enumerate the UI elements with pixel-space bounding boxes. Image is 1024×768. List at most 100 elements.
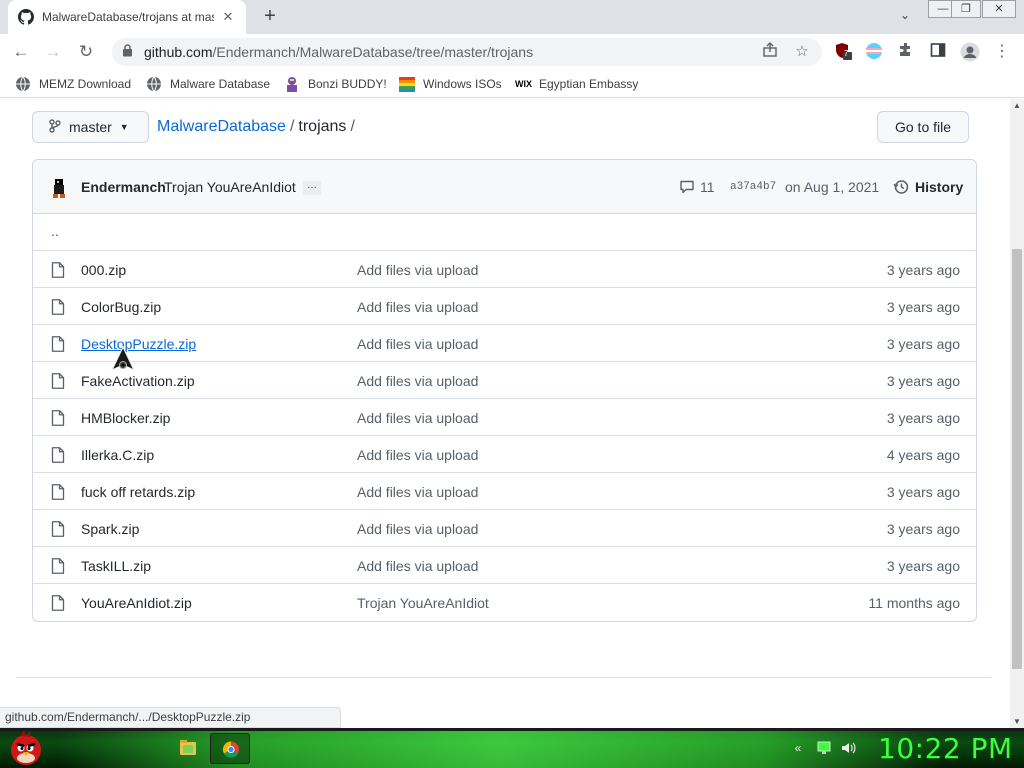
file-name-link[interactable]: Illerka.C.zip bbox=[81, 447, 154, 463]
lock-icon[interactable] bbox=[122, 44, 136, 60]
reload-button[interactable]: ↻ bbox=[74, 40, 98, 64]
file-age: 4 years ago bbox=[886, 447, 960, 463]
close-window-button[interactable]: ✕ bbox=[982, 0, 1016, 18]
table-row[interactable]: 000.zip Add files via upload 3 years ago bbox=[33, 251, 976, 288]
file-name-link[interactable]: TaskILL.zip bbox=[81, 558, 151, 574]
share-icon[interactable] bbox=[760, 42, 780, 62]
taskbar-file-explorer-button[interactable] bbox=[168, 733, 208, 764]
commit-sha-link[interactable]: a37a4b7 bbox=[730, 181, 776, 193]
table-row[interactable]: TaskILL.zip Add files via upload 3 years… bbox=[33, 547, 976, 584]
bookmark-star-icon[interactable]: ☆ bbox=[792, 42, 812, 62]
start-button-angry-bird-icon[interactable] bbox=[6, 730, 46, 766]
bookmark-windows-isos[interactable]: Windows ISOs bbox=[399, 76, 502, 92]
commit-date: on Aug 1, 2021 bbox=[785, 179, 880, 195]
history-icon bbox=[893, 180, 909, 194]
history-link[interactable]: History bbox=[893, 179, 963, 195]
ublock-extension-icon[interactable]: 7 bbox=[833, 42, 853, 62]
breadcrumb-repo-link[interactable]: MalwareDatabase bbox=[157, 118, 286, 135]
branch-name: master bbox=[69, 119, 112, 135]
file-name-link[interactable]: Spark.zip bbox=[81, 521, 139, 537]
file-name-link[interactable]: 000.zip bbox=[81, 262, 126, 278]
file-commit-message[interactable]: Add files via upload bbox=[357, 447, 478, 463]
file-name-link[interactable]: YouAreAnIdiot.zip bbox=[81, 595, 192, 611]
table-row[interactable]: DesktopPuzzle.zip Add files via upload 3… bbox=[33, 325, 976, 362]
file-commit-message[interactable]: Add files via upload bbox=[357, 373, 478, 389]
bookmark-bonzi-buddy[interactable]: Bonzi BUDDY! bbox=[284, 76, 387, 92]
extensions-puzzle-icon[interactable] bbox=[896, 42, 916, 62]
git-branch-icon bbox=[49, 118, 61, 136]
table-row[interactable]: YouAreAnIdiot.zip Trojan YouAreAnIdiot 1… bbox=[33, 584, 976, 621]
windows-icon bbox=[399, 76, 415, 92]
bookmark-label: Malware Database bbox=[170, 77, 271, 91]
branch-selector-button[interactable]: master ▼ bbox=[32, 111, 149, 143]
file-age: 3 years ago bbox=[886, 262, 960, 278]
tab-search-icon[interactable]: ⌄ bbox=[895, 8, 915, 26]
link-status-bubble: github.com/Endermanch/.../DesktopPuzzle.… bbox=[0, 707, 341, 728]
tray-overflow-icon[interactable]: « bbox=[790, 740, 806, 756]
volume-icon[interactable] bbox=[840, 740, 856, 756]
scroll-down-arrow-icon[interactable]: ▼ bbox=[1013, 717, 1021, 726]
address-bar[interactable]: github.com/Endermanch/MalwareDatabase/tr… bbox=[112, 38, 822, 66]
footer-divider bbox=[16, 677, 991, 678]
table-row[interactable]: Illerka.C.zip Add files via upload 4 yea… bbox=[33, 436, 976, 473]
file-icon bbox=[51, 484, 65, 500]
file-commit-message[interactable]: Add files via upload bbox=[357, 336, 478, 352]
file-name-link[interactable]: ColorBug.zip bbox=[81, 299, 161, 315]
file-commit-message[interactable]: Add files via upload bbox=[357, 484, 478, 500]
bookmark-memz-download[interactable]: MEMZ Download bbox=[15, 76, 131, 92]
tab-active[interactable]: MalwareDatabase/trojans at master ✕ bbox=[8, 0, 246, 34]
back-button[interactable]: ← bbox=[9, 40, 33, 64]
scroll-up-arrow-icon[interactable]: ▲ bbox=[1013, 101, 1021, 110]
bookmark-egyptian-embassy[interactable]: WIX Egyptian Embassy bbox=[515, 76, 638, 92]
history-label: History bbox=[915, 179, 964, 195]
file-name-link[interactable]: HMBlocker.zip bbox=[81, 410, 170, 426]
taskbar-clock[interactable]: 10:22 PM bbox=[878, 732, 1013, 765]
scrollbar-thumb[interactable] bbox=[1012, 249, 1022, 669]
file-icon bbox=[51, 410, 65, 426]
parent-directory-row[interactable]: .. bbox=[33, 214, 976, 251]
table-row[interactable]: ColorBug.zip Add files via upload 3 year… bbox=[33, 288, 976, 325]
restore-button[interactable]: ❐ bbox=[951, 0, 981, 18]
table-row[interactable]: HMBlocker.zip Add files via upload 3 yea… bbox=[33, 399, 976, 436]
file-icon bbox=[51, 595, 65, 611]
file-name-link[interactable]: fuck off retards.zip bbox=[81, 484, 195, 500]
side-panel-icon[interactable] bbox=[928, 42, 948, 62]
breadcrumb-trailing-separator: / bbox=[350, 118, 355, 135]
forward-button[interactable]: → bbox=[41, 40, 65, 64]
tab-title: MalwareDatabase/trojans at master bbox=[42, 10, 214, 24]
commit-comments-link[interactable]: 11 bbox=[679, 179, 715, 195]
file-commit-message[interactable]: Add files via upload bbox=[357, 299, 478, 315]
bookmark-malware-database[interactable]: Malware Database bbox=[146, 76, 270, 92]
file-commit-message[interactable]: Add files via upload bbox=[357, 558, 478, 574]
network-icon[interactable] bbox=[816, 740, 832, 756]
go-to-file-button[interactable]: Go to file bbox=[877, 111, 969, 143]
new-tab-button[interactable]: + bbox=[258, 6, 282, 28]
parent-directory-link[interactable]: .. bbox=[51, 223, 59, 239]
bookmark-label: Egyptian Embassy bbox=[539, 77, 639, 91]
table-row[interactable]: FakeActivation.zip Add files via upload … bbox=[33, 362, 976, 399]
github-icon bbox=[18, 9, 34, 25]
file-icon bbox=[51, 447, 65, 463]
trans-flag-extension-icon[interactable] bbox=[864, 42, 884, 62]
commit-expand-button[interactable]: … bbox=[303, 181, 321, 195]
chrome-menu-icon[interactable]: ⋮ bbox=[992, 42, 1012, 62]
tab-close-icon[interactable]: ✕ bbox=[220, 9, 236, 25]
file-age: 3 years ago bbox=[886, 336, 960, 352]
breadcrumb: MalwareDatabase / trojans / bbox=[157, 118, 359, 136]
page-scrollbar[interactable]: ▲ ▼ bbox=[1010, 99, 1024, 728]
file-icon bbox=[51, 262, 65, 278]
table-row[interactable]: fuck off retards.zip Add files via uploa… bbox=[33, 473, 976, 510]
file-commit-message[interactable]: Add files via upload bbox=[357, 410, 478, 426]
profile-avatar-icon[interactable] bbox=[960, 42, 980, 62]
file-name-link[interactable]: DesktopPuzzle.zip bbox=[81, 336, 196, 352]
file-commit-message[interactable]: Add files via upload bbox=[357, 521, 478, 537]
taskbar-chrome-button[interactable] bbox=[210, 733, 250, 764]
commit-message[interactable]: Trojan YouAreAnIdiot bbox=[164, 179, 296, 195]
extension-badge: 7 bbox=[844, 49, 849, 58]
table-row[interactable]: Spark.zip Add files via upload 3 years a… bbox=[33, 510, 976, 547]
file-commit-message[interactable]: Add files via upload bbox=[357, 262, 478, 278]
commit-author[interactable]: Endermanch bbox=[81, 179, 166, 195]
taskbar-top-band bbox=[0, 728, 1024, 731]
author-avatar[interactable] bbox=[49, 177, 69, 199]
file-commit-message[interactable]: Trojan YouAreAnIdiot bbox=[357, 595, 489, 611]
